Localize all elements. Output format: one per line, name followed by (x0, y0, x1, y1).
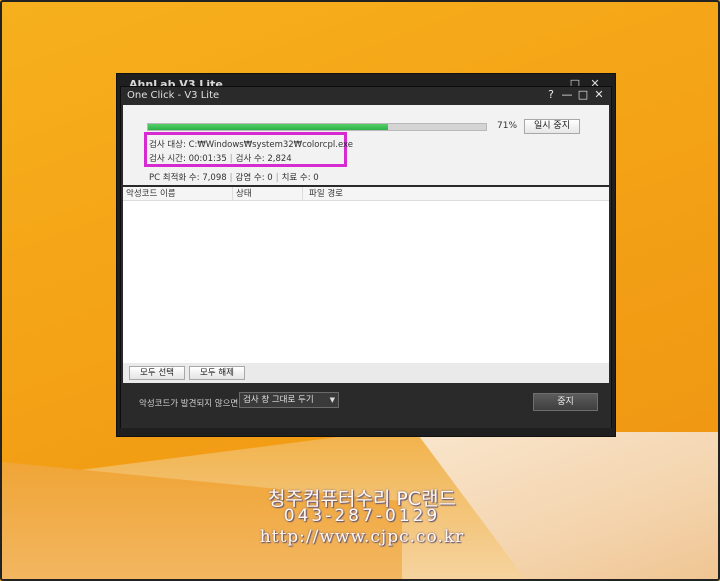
infected-value: 0 (267, 173, 273, 183)
scan-target-line: 검사 대상: C:₩Windows₩system32₩colorcpl.exe (149, 138, 353, 150)
treated-label: 치료 수: (281, 173, 311, 183)
desktop-background: AhnLab V3 Lite □ ✕ One Click - V3 Lite ? —… (0, 0, 720, 581)
scan-target-label: 검사 대상: (149, 140, 186, 150)
minimize-icon[interactable]: — (559, 88, 575, 101)
watermark-line3: http://www.cjpc.co.kr (259, 527, 465, 547)
window-controls: ? — □ ✕ (543, 88, 607, 101)
scan-stats-line: PC 최적화 수: 7,098 | 감염 수: 0 | 치료 수: 0 (149, 171, 319, 183)
column-header-file-path[interactable]: 파일 경로 (303, 187, 609, 201)
scan-target-value: C:₩Windows₩system32₩colorcpl.exe (188, 140, 354, 150)
column-header-malware-name[interactable]: 악성코드 이름 (123, 187, 233, 201)
progress-percent: 71% (497, 121, 518, 131)
scan-count-label: 검사 수: (235, 154, 265, 164)
pc-opt-label: PC 최적화 수: (149, 173, 200, 183)
list-header: 악성코드 이름 상태 파일 경로 (123, 187, 609, 201)
select-all-button[interactable]: 모두 선택 (129, 366, 185, 380)
malware-list[interactable]: 악성코드 이름 상태 파일 경로 (123, 187, 609, 365)
chevron-down-icon: ▼ (329, 396, 335, 404)
no-malware-option-label: 악성코드가 발견되지 않으면 (139, 399, 239, 409)
window-title: One Click - V3 Lite (127, 90, 220, 101)
scan-count-value: 2,824 (267, 154, 292, 164)
close-icon[interactable]: ✕ (591, 88, 607, 101)
window-titlebar[interactable]: One Click - V3 Lite ? — □ ✕ (121, 87, 611, 105)
infected-label: 감염 수: (235, 173, 265, 183)
column-header-status[interactable]: 상태 (233, 187, 303, 201)
separator: | (229, 154, 233, 164)
maximize-icon[interactable]: □ (575, 88, 591, 101)
scan-time-line: 검사 시간: 00:01:35 | 검사 수: 2,824 (149, 152, 292, 164)
stop-button[interactable]: 중지 (533, 393, 598, 411)
one-click-window: One Click - V3 Lite ? — □ ✕ 71% 일시 중지 검사 대상… (120, 86, 612, 428)
bottom-panel: 악성코드가 발견되지 않으면 검사 창 그대로 두기 ▼ 중지 (121, 384, 611, 428)
list-button-bar: 모두 선택 모두 해제 (123, 363, 609, 383)
after-scan-select-value: 검사 창 그대로 두기 (243, 395, 314, 405)
pause-button[interactable]: 일시 중지 (524, 119, 580, 134)
scan-status-panel: 71% 일시 중지 검사 대상: C:₩Windows₩system32₩col… (123, 105, 609, 185)
after-scan-select[interactable]: 검사 창 그대로 두기 ▼ (239, 392, 339, 408)
scan-progress-fill (148, 124, 388, 130)
watermark-line2: 043-287-0129 (283, 506, 441, 526)
deselect-all-button[interactable]: 모두 해제 (189, 366, 245, 380)
treated-value: 0 (313, 173, 319, 183)
scan-time-value: 00:01:35 (188, 154, 227, 164)
scan-time-label: 검사 시간: (149, 154, 186, 164)
scan-progress-bar (147, 123, 487, 131)
pc-opt-value: 7,098 (202, 173, 227, 183)
separator: | (229, 173, 233, 183)
question-icon[interactable]: ? (543, 88, 559, 101)
separator: | (275, 173, 279, 183)
